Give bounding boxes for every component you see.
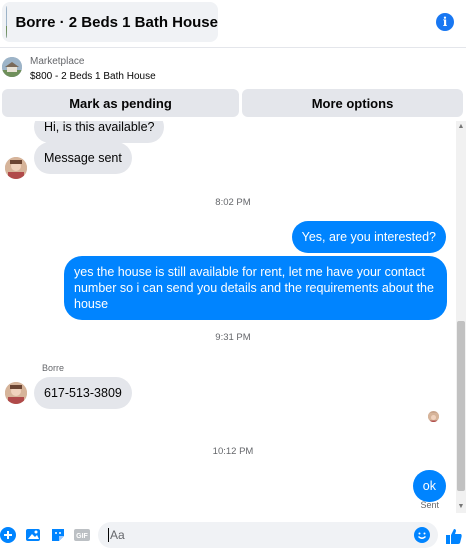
gif-icon[interactable]: GIF [74, 527, 90, 543]
listing-thumbnail [2, 57, 22, 77]
contact-avatar [5, 382, 27, 404]
text-caret [108, 528, 109, 542]
scroll-thumb[interactable] [457, 321, 465, 491]
sender-name: Borre [42, 363, 65, 373]
message-input-placeholder: Aa [110, 528, 125, 542]
photo-icon[interactable] [25, 527, 41, 543]
message-timestamp: 10:12 PM [212, 446, 254, 457]
message-bubble-incoming: 617-513-3809 [34, 377, 132, 409]
more-options-button[interactable]: More options [242, 89, 463, 117]
listing-title: $800 - 2 Beds 1 Bath House [30, 71, 156, 82]
message-bubble-incoming: Message sent [34, 142, 132, 174]
message-list: Hi, is this available? Message sent 8:02… [0, 121, 466, 513]
message-composer: GIF Aa [0, 517, 466, 551]
message-bubble-outgoing: ok [412, 470, 446, 502]
emoji-icon[interactable] [414, 527, 430, 543]
read-receipt-avatar [428, 411, 439, 422]
thumbs-up-icon[interactable] [445, 527, 462, 544]
message-input[interactable]: Aa [98, 522, 438, 548]
contact-avatar [5, 157, 27, 179]
message-status: Sent [420, 500, 439, 510]
plus-icon[interactable] [0, 527, 16, 543]
marketplace-label: Marketplace [30, 56, 85, 67]
scroll-down-arrow-icon[interactable]: ▼ [457, 503, 465, 511]
message-bubble-outgoing: Yes, are you interested? [291, 221, 446, 253]
info-icon[interactable]: i [436, 13, 454, 31]
svg-text:GIF: GIF [76, 533, 88, 540]
conversation-title: Borre · 2 Beds 1 Bath House [15, 13, 218, 31]
conversation-title-button[interactable]: Borre · 2 Beds 1 Bath House [2, 2, 218, 42]
message-timestamp: 9:31 PM [215, 332, 251, 343]
mark-as-pending-button[interactable]: Mark as pending [2, 89, 239, 117]
message-bubble-outgoing: yes the house is still available for ren… [64, 256, 447, 320]
marketplace-listing[interactable]: Marketplace $800 - 2 Beds 1 Bath House [0, 49, 466, 87]
message-timestamp: 8:02 PM [215, 197, 251, 208]
message-bubble-incoming: Hi, is this available? [34, 121, 165, 143]
chat-header: Borre · 2 Beds 1 Bath House i [0, 0, 466, 48]
scrollbar[interactable]: ▲ ▼ [456, 121, 466, 513]
sticker-icon[interactable] [50, 527, 66, 543]
listing-avatar [6, 6, 8, 38]
scroll-up-arrow-icon[interactable]: ▲ [457, 123, 465, 131]
